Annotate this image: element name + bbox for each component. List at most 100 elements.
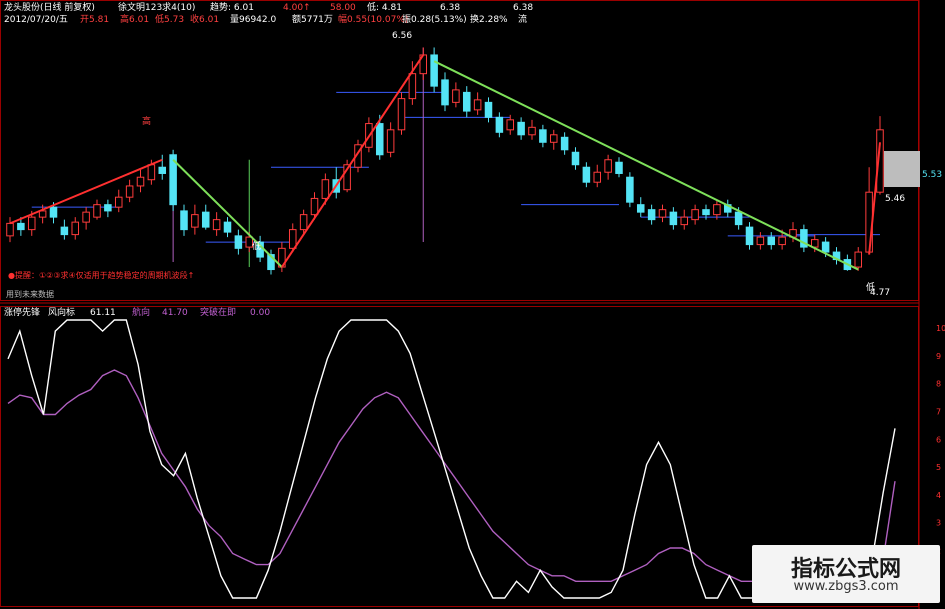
candle-body [49,206,58,218]
candle-body [680,216,689,226]
candle-body [158,166,167,174]
header-line1-low: 低: 4.81 [367,1,402,13]
candle-body [604,159,612,173]
candle-body [6,222,14,237]
candle-body [82,211,90,223]
high-label: 高 [142,115,151,127]
candle-body [430,54,438,87]
candle-body [397,98,406,131]
candle-body [201,211,210,228]
candle-body [854,251,863,268]
candle-body [212,219,221,231]
candle-body [517,121,525,136]
header-line1-trend: 趋势: 6.01 [210,1,254,13]
candle-body [104,204,112,212]
header-amount: 额5771万 [292,13,333,25]
candle-body [593,171,602,183]
candle-body [549,134,558,143]
candle-body [191,214,199,228]
header-change: 幅0.55(10.07%) [338,13,408,25]
axis-tick-label: 7 [936,408,941,417]
candle-body [299,214,308,231]
header-amplitude: 振0.28(5.13%) [402,13,467,25]
candle-body [571,151,580,166]
candle-body [647,209,656,221]
header-line1-indicator: 徐文明123求4(10) [118,1,195,13]
axis-tick-label: 4 [936,491,941,500]
header-line1-v2: 58.00 [330,3,356,13]
indicator-line1-value: 61.11 [90,308,116,318]
watermark: 指标公式网 www.zbgs3.com [752,545,940,603]
candle-body [38,210,47,218]
candle-body [223,221,232,233]
candle-body [234,235,243,249]
candle-body [778,236,786,246]
right-price-label: 5.46 [885,194,905,204]
candle-body [626,176,634,203]
header-float: 流 [518,13,527,25]
stock-chart: 1098765432 龙头股份(日线 前复权) 徐文明123求4(10) 趋势:… [0,0,945,609]
header-open: 开5.81 [80,14,109,25]
candle-body [756,236,765,246]
trend-down-2 [433,60,859,271]
candle-body [528,126,536,136]
trend-down-1 [172,159,283,268]
candle-body [17,222,25,231]
axis-tick-label: 9 [936,352,941,361]
candle-body [321,179,330,199]
candle-body [821,241,830,253]
axis-tick-label: 8 [936,380,941,389]
low-label-1: 低 [252,240,261,252]
watermark-url: www.zbgs3.com [793,579,899,594]
candle-body [495,116,504,133]
candle-body [93,204,101,218]
header-low: 低5.73 [155,13,184,25]
axis-tick-label: 3 [936,519,941,528]
end-low-label: 4.77 [870,288,890,298]
main-panel-border [0,0,919,301]
header-turnover: 换2.28% [470,13,508,25]
header-line1-v4: 6.38 [513,3,533,13]
candle-body [582,166,591,183]
candle-body [375,123,384,156]
header-volume: 量96942.0 [230,14,276,25]
axis-tick-label: 10 [936,324,945,333]
header-line1-title: 龙头股份(日线 前复权) [4,1,95,13]
indicator-line3-name: 突破在即 [200,306,236,318]
candle-body [310,197,319,216]
candle-body [767,236,776,246]
axis-ticks: 1098765432 [936,324,945,555]
header-line1-v3: 6.38 [440,3,460,13]
indicator-line2-value: 41.70 [162,308,188,318]
header-date: 2012/07/20/五 [4,15,68,25]
current-price-box [884,151,920,187]
indicator-line1-name: 风向标 [48,306,75,318]
indicator-line3-value: 0.00 [250,308,270,318]
candle-body [745,226,754,246]
candle-body [27,216,36,231]
candle-body [60,226,69,236]
axis-tick-label: 6 [936,435,941,444]
candle-body [71,221,80,236]
candle-body [636,204,645,213]
candle-body [713,204,721,216]
candle-body [462,91,471,112]
candle-body [615,161,623,174]
candle-body [180,210,188,231]
candle-body [452,89,460,103]
candle-body [114,196,123,208]
candle-body [506,119,515,131]
candle-body [560,136,569,151]
candle-body [658,209,667,218]
indicator-line2-name: 航向 [132,306,150,318]
trend-up-2 [281,54,425,268]
candle-body [441,79,449,106]
candle-body [125,185,134,198]
candle-body [484,101,493,118]
header-line1-v1: 4.00↑ [283,3,311,13]
candle-body [147,164,156,181]
candle-body [408,73,417,100]
tip-note: ●提醒：①②③求④仅适用于趋势稳定的周期机波段↑ [8,270,194,280]
axis-tick-label: 5 [936,463,941,472]
candle-body [669,211,678,226]
